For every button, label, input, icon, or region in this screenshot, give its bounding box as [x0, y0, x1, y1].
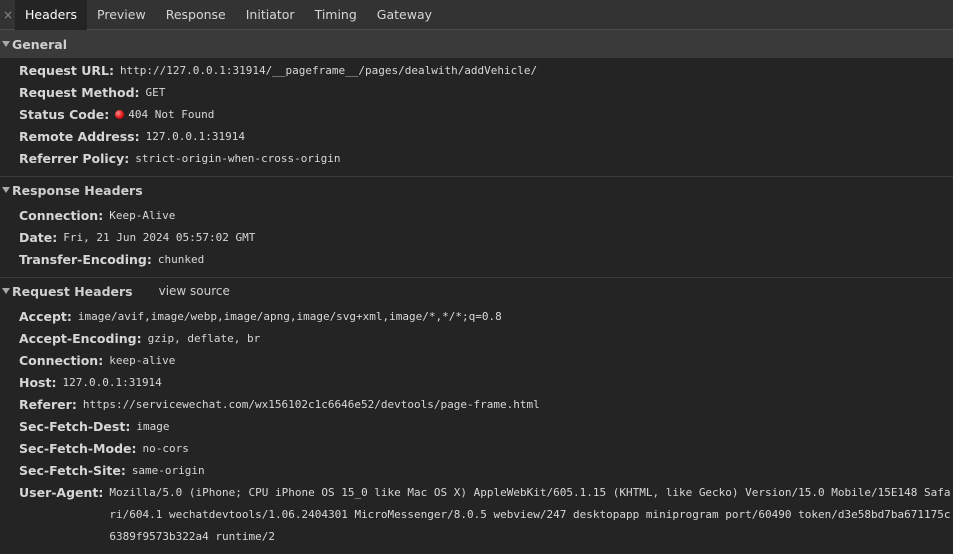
header-value: keep-alive: [109, 354, 176, 367]
header-row: Connection: keep-alive: [0, 350, 953, 372]
header-value: Keep-Alive: [109, 209, 176, 222]
general-section-title: General: [12, 36, 67, 52]
header-key: Referer: [19, 397, 72, 412]
header-key: Accept: [19, 309, 67, 324]
close-panel-icon[interactable]: ×: [1, 0, 15, 29]
general-section: General Request URL: http://127.0.0.1:31…: [0, 30, 953, 177]
header-value: chunked: [157, 253, 205, 266]
tab-initiator[interactable]: Initiator: [236, 0, 305, 29]
header-key: Connection: [19, 208, 99, 223]
header-key: Referrer Policy: [19, 151, 125, 166]
header-key: Request Method: [19, 85, 135, 100]
header-value: image/avif,image/webp,image/apng,image/s…: [77, 310, 502, 323]
header-value: GET: [145, 86, 166, 99]
header-value: image: [136, 420, 170, 433]
response-headers-section-header[interactable]: Response Headers: [0, 177, 953, 203]
header-value: gzip, deflate, br: [147, 332, 261, 345]
header-key: Request URL: [19, 63, 109, 78]
header-value: 127.0.0.1:31914: [62, 376, 162, 389]
devtools-tab-bar: × Headers Preview Response Initiator Tim…: [0, 0, 953, 30]
header-key: Sec-Fetch-Site: [19, 463, 121, 478]
header-value: http://127.0.0.1:31914/__pageframe__/pag…: [119, 64, 538, 77]
expand-triangle-icon: [2, 41, 10, 47]
header-key: Connection: [19, 353, 99, 368]
header-value: 404 Not Found: [128, 108, 215, 121]
header-key: Sec-Fetch-Mode: [19, 441, 132, 456]
header-row: Connection: Keep-Alive: [0, 205, 953, 227]
request-headers-section: Request Headers view source Accept: imag…: [0, 278, 953, 554]
response-headers-section: Response Headers Connection: Keep-Alive …: [0, 177, 953, 278]
header-value: 127.0.0.1:31914: [145, 130, 245, 143]
header-value: strict-origin-when-cross-origin: [135, 152, 341, 165]
header-value: https://servicewechat.com/wx156102c1c664…: [82, 398, 540, 411]
header-key: Status Code: [19, 107, 105, 122]
header-row-request-url: Request URL: http://127.0.0.1:31914/__pa…: [0, 60, 953, 82]
header-key: Sec-Fetch-Dest: [19, 419, 126, 434]
tab-response[interactable]: Response: [156, 0, 236, 29]
header-value: no-cors: [142, 442, 189, 455]
header-key: Accept-Encoding: [19, 331, 137, 346]
tab-preview[interactable]: Preview: [87, 0, 156, 29]
general-section-header[interactable]: General: [0, 30, 953, 58]
header-value: Fri, 21 Jun 2024 05:57:02 GMT: [63, 231, 256, 244]
tab-headers[interactable]: Headers: [15, 0, 88, 30]
header-row: Sec-Fetch-Site: same-origin: [0, 460, 953, 482]
expand-triangle-icon: [2, 187, 10, 193]
expand-triangle-icon: [2, 288, 10, 294]
response-headers-title: Response Headers: [12, 182, 143, 198]
header-key: Remote Address: [19, 129, 135, 144]
header-key: Host: [19, 375, 52, 390]
header-row: Accept-Encoding: gzip, deflate, br: [0, 328, 953, 350]
request-headers-title: Request Headers: [12, 283, 133, 299]
header-row: Transfer-Encoding: chunked: [0, 249, 953, 271]
header-row-status-code: Status Code: 404 Not Found: [0, 104, 953, 126]
header-row: Referer: https://servicewechat.com/wx156…: [0, 394, 953, 416]
header-key: User-Agent: [19, 485, 99, 500]
header-row: Host: 127.0.0.1:31914: [0, 372, 953, 394]
status-error-dot-icon: [115, 110, 125, 119]
header-row: Sec-Fetch-Dest: image: [0, 416, 953, 438]
header-key: Transfer-Encoding: [19, 252, 147, 267]
header-row: User-Agent: Mozilla/5.0 (iPhone; CPU iPh…: [0, 482, 953, 548]
header-value: same-origin: [131, 464, 205, 477]
header-row-remote-address: Remote Address: 127.0.0.1:31914: [0, 126, 953, 148]
header-row: Date: Fri, 21 Jun 2024 05:57:02 GMT: [0, 227, 953, 249]
header-key: Date: [19, 230, 53, 245]
tab-timing[interactable]: Timing: [305, 0, 367, 29]
header-value: Mozilla/5.0 (iPhone; CPU iPhone OS 15_0 …: [109, 486, 951, 543]
header-row: Accept: image/avif,image/webp,image/apng…: [0, 306, 953, 328]
header-row-request-method: Request Method: GET: [0, 82, 953, 104]
header-row-referrer-policy: Referrer Policy: strict-origin-when-cros…: [0, 148, 953, 170]
view-source-link[interactable]: view source: [159, 284, 230, 298]
tab-gateway[interactable]: Gateway: [367, 0, 442, 29]
request-headers-section-header[interactable]: Request Headers view source: [0, 278, 953, 304]
header-row: Sec-Fetch-Mode: no-cors: [0, 438, 953, 460]
